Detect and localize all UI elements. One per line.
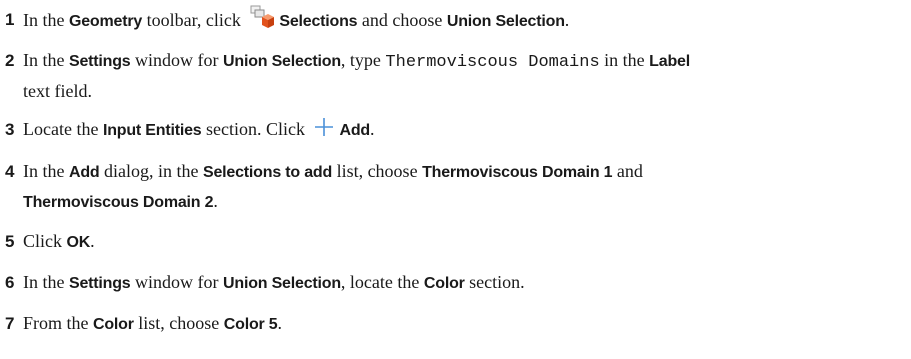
- bold-term: Add: [68, 164, 100, 181]
- text-run: dialog, in the: [99, 161, 203, 181]
- text-run: .: [370, 119, 375, 139]
- text-run: .: [90, 231, 95, 251]
- add-icon: [313, 116, 335, 147]
- text-run: and: [612, 161, 643, 181]
- text-run: , type: [340, 50, 386, 70]
- bold-term: Selections: [279, 13, 358, 30]
- text-run: .: [213, 191, 218, 211]
- bold-term: Settings: [68, 275, 131, 292]
- step-text: Locate the Input Entities section. Click…: [23, 115, 905, 147]
- step-number: 1: [5, 10, 15, 29]
- step-text: In the Geometry toolbar, click Selection…: [23, 5, 905, 38]
- text-run: and choose: [357, 10, 447, 30]
- code-text: Thermoviscous Domains: [385, 53, 600, 72]
- bold-term: Union Selection: [223, 275, 341, 292]
- text-run: Click: [23, 231, 67, 251]
- bold-term: Add: [339, 122, 370, 139]
- bold-term: Selections to add: [202, 164, 333, 181]
- selections-icon: [249, 5, 275, 38]
- text-run: In the: [23, 10, 69, 30]
- bold-term: Thermoviscous Domain 1: [422, 164, 613, 181]
- step-text: In the Settings window for Union Selecti…: [23, 46, 905, 106]
- step-number: 4: [5, 162, 15, 181]
- text-run: In the: [23, 272, 69, 292]
- bold-term: Label: [649, 53, 690, 70]
- step-text: In the Settings window for Union Selecti…: [23, 268, 905, 298]
- bold-term: Union Selection: [446, 13, 565, 30]
- text-run: text field.: [23, 81, 92, 101]
- text-run: list, choose: [133, 313, 224, 333]
- bold-term: Geometry: [68, 13, 143, 30]
- bold-term: OK: [66, 234, 91, 251]
- bold-term: Settings: [68, 53, 131, 70]
- bold-term: Union Selection: [223, 53, 341, 70]
- step-text: Click OK.: [23, 227, 905, 257]
- text-run: .: [277, 313, 283, 333]
- text-run: From the: [23, 313, 93, 333]
- bold-term: Thermoviscous Domain 2: [23, 194, 214, 211]
- text-run: section. Click: [201, 119, 310, 139]
- bold-term: Color 5: [223, 316, 278, 333]
- text-run: In the: [23, 50, 69, 70]
- step-number: 3: [5, 120, 15, 139]
- bold-term: Color: [93, 316, 134, 333]
- step-number: 5: [5, 232, 15, 251]
- text-run: in the: [599, 50, 650, 70]
- step-number: 2: [5, 51, 15, 70]
- text-run: In the: [23, 161, 69, 181]
- step-text: In the Add dialog, in the Selections to …: [23, 157, 905, 217]
- bold-term: Color: [423, 275, 465, 292]
- text-run: window for: [130, 50, 224, 70]
- text-run: Locate the: [23, 119, 103, 139]
- text-run: , locate the: [340, 272, 424, 292]
- step-number: 7: [5, 314, 15, 333]
- bold-term: Input Entities: [102, 122, 202, 139]
- text-run: list, choose: [332, 161, 423, 181]
- step-text: From the Color list, choose Color 5.: [23, 309, 905, 339]
- text-run: toolbar, click: [142, 10, 246, 30]
- text-run: section.: [464, 272, 525, 292]
- text-run: .: [564, 10, 570, 30]
- step-number: 6: [5, 273, 15, 292]
- text-run: window for: [130, 272, 224, 292]
